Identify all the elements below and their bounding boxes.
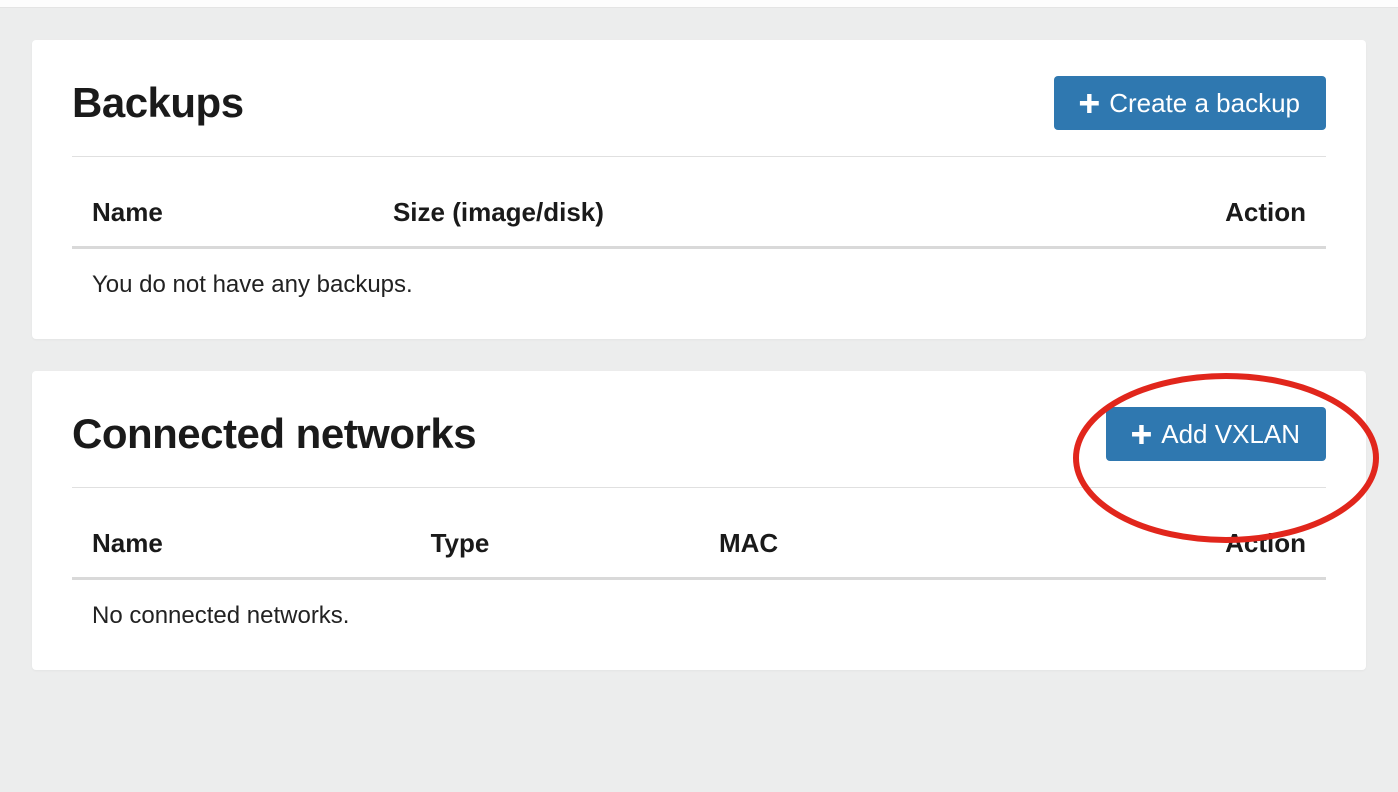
networks-empty-message: No connected networks.: [72, 579, 1326, 641]
networks-table: Name Type MAC Action No connected networ…: [72, 516, 1326, 640]
backups-col-action: Action: [1176, 185, 1326, 248]
plus-icon: ➕︎: [1132, 421, 1152, 447]
plus-icon: ➕︎: [1080, 90, 1100, 116]
backups-header: Backups ➕︎ Create a backup: [72, 76, 1326, 157]
networks-col-name: Name: [72, 516, 411, 579]
top-divider: [0, 0, 1398, 8]
backups-table: Name Size (image/disk) Action You do not…: [72, 185, 1326, 309]
table-row: No connected networks.: [72, 579, 1326, 641]
networks-col-mac: MAC: [699, 516, 1176, 579]
backups-col-size: Size (image/disk): [373, 185, 1176, 248]
backups-col-name: Name: [72, 185, 373, 248]
networks-title: Connected networks: [72, 410, 476, 458]
add-vxlan-label: Add VXLAN: [1161, 421, 1300, 447]
networks-panel: Connected networks ➕︎ Add VXLAN Name Typ…: [32, 371, 1366, 670]
create-backup-button[interactable]: ➕︎ Create a backup: [1054, 76, 1326, 130]
backups-panel: Backups ➕︎ Create a backup Name Size (im…: [32, 40, 1366, 339]
networks-header: Connected networks ➕︎ Add VXLAN: [72, 407, 1326, 488]
networks-col-type: Type: [411, 516, 699, 579]
add-vxlan-button[interactable]: ➕︎ Add VXLAN: [1106, 407, 1326, 461]
create-backup-label: Create a backup: [1109, 90, 1300, 116]
networks-col-action: Action: [1176, 516, 1326, 579]
backups-empty-message: You do not have any backups.: [72, 248, 1326, 310]
backups-title: Backups: [72, 79, 244, 127]
table-row: You do not have any backups.: [72, 248, 1326, 310]
